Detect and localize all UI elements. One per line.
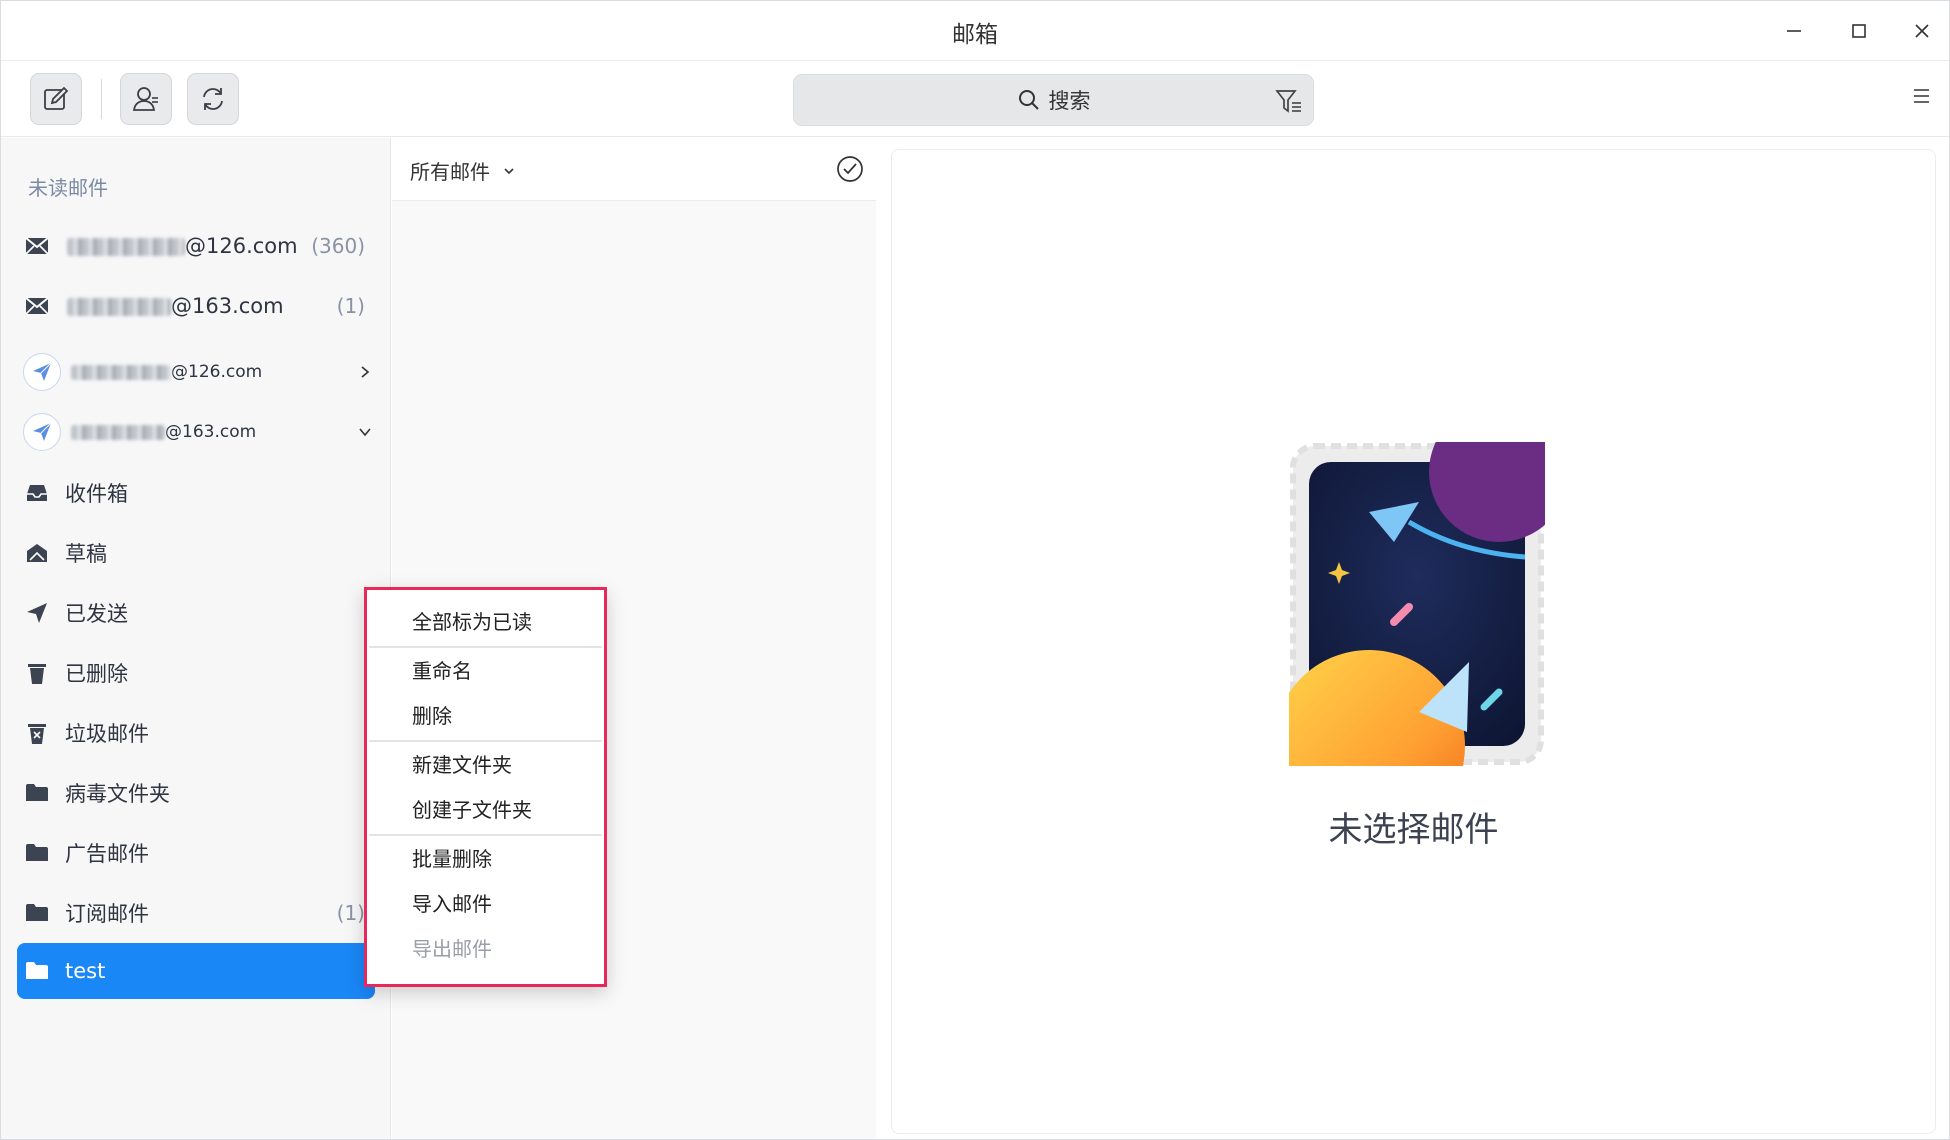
sent-icon — [27, 603, 47, 623]
folder-test[interactable]: test — [17, 943, 375, 999]
folder-deleted[interactable]: 已删除 — [17, 645, 375, 701]
redacted-address — [71, 364, 171, 380]
window-title: 邮箱 — [952, 22, 998, 48]
mail-filter-label: 所有邮件 — [410, 160, 490, 184]
search-field[interactable]: 搜索 — [793, 74, 1314, 126]
folder-virus[interactable]: 病毒文件夹 — [17, 765, 375, 821]
account-item[interactable]: @163.com — [23, 404, 373, 460]
refresh-icon — [203, 88, 223, 110]
filter-icon — [1275, 90, 1301, 113]
contacts-button[interactable] — [120, 73, 172, 125]
folder-icon — [26, 784, 48, 801]
folder-label: 病毒文件夹 — [65, 782, 170, 806]
folder-label: 广告邮件 — [65, 842, 149, 866]
redacted-address — [67, 298, 171, 316]
close-icon — [1915, 24, 1929, 38]
redacted-address — [67, 238, 185, 256]
reading-pane: 未选择邮件 — [891, 149, 1936, 1134]
menu-item-create-subfolder[interactable]: 创建子文件夹 — [367, 786, 604, 830]
check-circle-icon — [837, 156, 863, 182]
unread-count: (360) — [311, 234, 365, 258]
search-icon — [1018, 90, 1039, 110]
unread-account-item[interactable]: @163.com (1) — [17, 278, 375, 334]
folder-ads[interactable]: 广告邮件 — [17, 825, 375, 881]
folder-label: 已删除 — [65, 662, 128, 686]
minimize-button[interactable] — [1774, 11, 1814, 51]
empty-state-text: 未选择邮件 — [1328, 810, 1499, 850]
chevron-right-icon — [361, 366, 370, 378]
menu-item-batch-delete[interactable]: 批量删除 — [367, 835, 604, 879]
account-avatar — [23, 413, 61, 451]
folder-drafts[interactable]: 草稿 — [17, 525, 375, 581]
refresh-button[interactable] — [187, 73, 239, 125]
draft-icon — [27, 544, 47, 562]
folder-inbox[interactable]: 收件箱 — [17, 465, 375, 521]
chevron-down-icon — [504, 167, 514, 174]
title-bar: 邮箱 — [1, 1, 1949, 61]
unread-mail-icon — [17, 296, 57, 316]
contacts-icon — [132, 87, 158, 111]
folder-spam[interactable]: 垃圾邮件 — [17, 705, 375, 761]
chevron-down-icon — [359, 428, 371, 437]
account-domain: @163.com — [165, 422, 257, 442]
paper-plane-icon — [33, 362, 52, 381]
select-all-button[interactable] — [836, 155, 864, 187]
unread-account-item[interactable]: @126.com (360) — [17, 218, 375, 274]
mail-window: 邮箱 搜索 未读邮件 @126.com (360) @163.com (1) @… — [0, 0, 1950, 1140]
menu-item-rename[interactable]: 重命名 — [367, 647, 604, 691]
menu-item-delete[interactable]: 删除 — [367, 692, 604, 736]
account-domain: @126.com — [171, 362, 263, 382]
folder-subscriptions[interactable]: 订阅邮件 (1) — [17, 885, 375, 941]
mail-filter-dropdown[interactable]: 所有邮件 — [410, 156, 516, 185]
redacted-address — [71, 424, 165, 440]
hamburger-icon — [1914, 89, 1929, 103]
account-item[interactable]: @126.com — [23, 344, 373, 400]
menu-item-new-folder[interactable]: 新建文件夹 — [367, 741, 604, 785]
menu-item-mark-all-read[interactable]: 全部标为已读 — [367, 598, 604, 642]
spam-icon — [28, 724, 46, 744]
toolbar-separator — [101, 79, 102, 119]
toolbar: 搜索 — [1, 61, 1949, 137]
account-domain: @126.com — [185, 234, 298, 258]
search-placeholder: 搜索 — [1048, 89, 1091, 113]
folder-label: test — [65, 959, 106, 983]
maximize-button[interactable] — [1839, 11, 1879, 51]
folder-label: 草稿 — [65, 542, 107, 566]
unread-mail-icon — [17, 236, 57, 256]
main-menu-button[interactable] — [1913, 87, 1931, 109]
message-list-header: 所有邮件 — [392, 138, 876, 201]
unread-section-title: 未读邮件 — [28, 176, 108, 200]
folder-label: 订阅邮件 — [65, 902, 149, 926]
menu-item-export-mail: 导出邮件 — [412, 936, 492, 961]
account-domain: @163.com — [171, 294, 284, 318]
menu-item-import-mail[interactable]: 导入邮件 — [367, 880, 604, 924]
folder-label: 垃圾邮件 — [65, 722, 149, 746]
paper-plane-icon — [33, 422, 52, 441]
sidebar: 未读邮件 @126.com (360) @163.com (1) @126.co… — [1, 138, 391, 1139]
close-button[interactable] — [1902, 11, 1942, 51]
empty-stamp-illustration — [1289, 442, 1545, 766]
folder-sent[interactable]: 已发送 — [17, 585, 375, 641]
inbox-icon — [27, 485, 47, 501]
unread-count: (1) — [336, 294, 365, 318]
folder-label: 收件箱 — [65, 482, 128, 506]
maximize-icon — [1852, 24, 1866, 38]
folder-icon — [26, 904, 48, 921]
unread-count: (1) — [336, 901, 365, 925]
folder-icon — [26, 844, 48, 861]
folder-label: 已发送 — [65, 602, 128, 626]
minimize-icon — [1787, 30, 1801, 32]
compose-button[interactable] — [30, 73, 82, 125]
trash-icon — [28, 664, 46, 684]
account-avatar — [23, 353, 61, 391]
folder-icon — [26, 962, 48, 979]
filter-button[interactable] — [1275, 87, 1303, 119]
compose-icon — [44, 86, 69, 110]
folder-context-menu: 全部标为已读 重命名 删除 新建文件夹 创建子文件夹 批量删除 导入邮件 导出邮… — [364, 587, 607, 987]
